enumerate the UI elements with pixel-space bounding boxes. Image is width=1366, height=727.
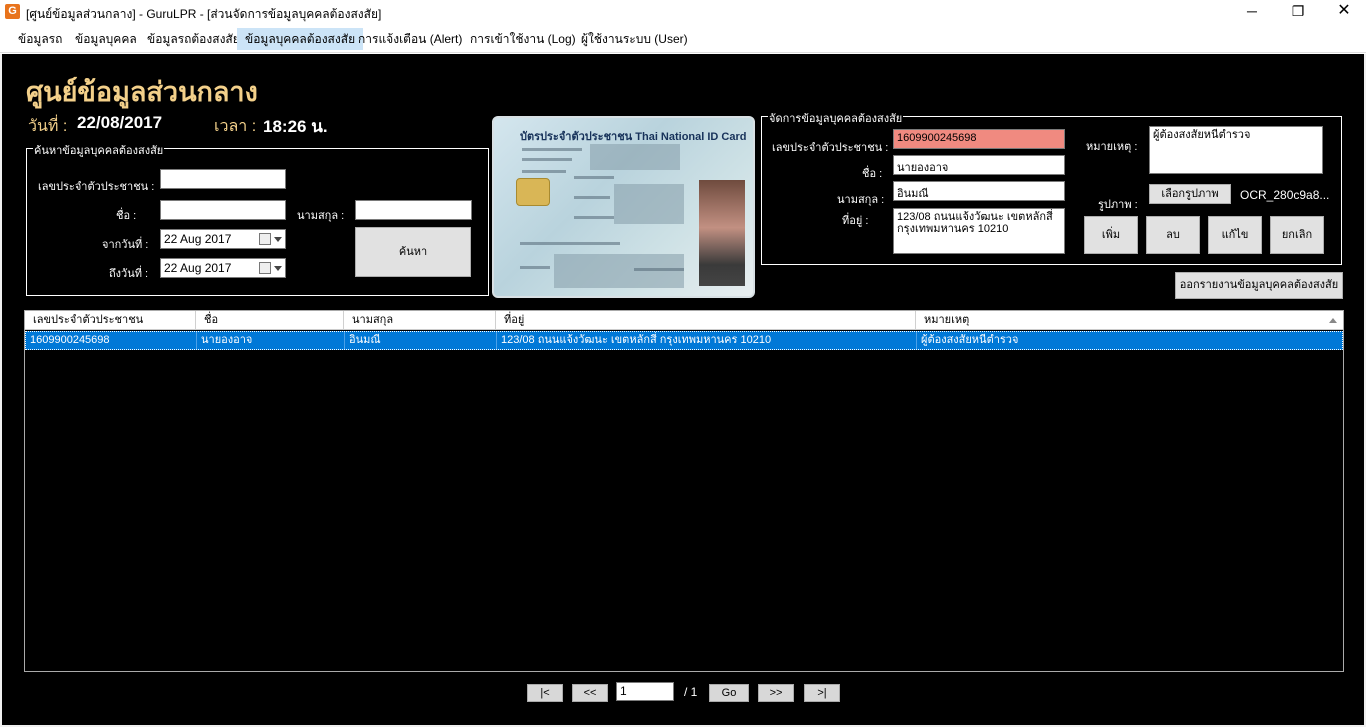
date-label: วันที่ : <box>28 118 68 135</box>
app-icon: G <box>5 4 20 19</box>
id-card-photo <box>699 180 745 286</box>
manage-name-label: ชื่อ : <box>862 168 883 180</box>
card-text-line <box>522 148 582 151</box>
column-header-address[interactable]: ที่อยู่ <box>496 311 916 330</box>
minimize-icon[interactable]: ─ <box>1229 0 1275 24</box>
manage-surname-label: นามสกุล : <box>837 194 885 206</box>
search-button[interactable]: ค้นหา <box>355 227 471 277</box>
last-page-button[interactable]: >| <box>804 684 840 702</box>
search-id-input[interactable] <box>160 169 286 189</box>
manage-id-label: เลขประจำตัวประชาชน : <box>772 142 889 154</box>
id-card-heading: บัตรประจำตัวประชาชน Thai National ID Car… <box>520 131 747 143</box>
menu-item-alert[interactable]: การแจ้งเตือน (Alert) <box>350 28 470 50</box>
card-blur-box <box>614 184 684 224</box>
card-text-line <box>520 242 620 245</box>
column-header-note[interactable]: หมายเหตุ <box>916 311 1343 330</box>
restore-icon[interactable]: ❐ <box>1275 0 1321 24</box>
to-date-label: ถึงวันที่ : <box>109 268 149 280</box>
page-title: ศูนย์ข้อมูลส่วนกลาง <box>26 77 258 107</box>
cancel-button[interactable]: ยกเลิก <box>1270 216 1324 254</box>
search-groupbox: ค้นหาข้อมูลบุคคลต้องสงสัย เลขประจำตัวประ… <box>26 141 489 296</box>
manage-address-input[interactable]: 123/08 ถนนแจ้งวัฒนะ เขตหลักสี่ กรุงเทพมห… <box>893 208 1065 254</box>
table-row[interactable]: 1609900245698 นายองอาจ อินมณี 123/08 ถนน… <box>25 331 1343 350</box>
time-value: 18:26 น. <box>263 117 328 136</box>
close-icon[interactable]: ✕ <box>1321 0 1366 24</box>
cell-surname: อินมณี <box>345 332 497 349</box>
search-name-label: ชื่อ : <box>116 210 137 222</box>
menu-item-suspect-cars[interactable]: ข้อมูลรถต้องสงสัย <box>139 28 248 50</box>
date-value: 22/08/2017 <box>77 113 163 132</box>
go-button[interactable]: Go <box>709 684 749 702</box>
menu-item-cars[interactable]: ข้อมูลรถ <box>10 28 70 50</box>
chevron-down-icon[interactable] <box>274 266 282 271</box>
main-panel: ศูนย์ข้อมูลส่วนกลาง วันที่ : 22/08/2017 … <box>0 54 1366 727</box>
card-text-line <box>574 176 614 179</box>
manage-image-label: รูปภาพ : <box>1098 199 1138 211</box>
cell-id: 1609900245698 <box>26 332 197 349</box>
cell-name: นายองอาจ <box>197 332 345 349</box>
first-page-button[interactable]: |< <box>527 684 563 702</box>
card-blur-box <box>590 144 680 170</box>
manage-surname-input[interactable]: อินมณี <box>893 181 1065 201</box>
search-id-label: เลขประจำตัวประชาชน : <box>38 181 155 193</box>
image-filename: OCR_280c9a8... <box>1240 188 1330 202</box>
calendar-icon[interactable] <box>259 262 271 274</box>
from-date-value: 22 Aug 2017 <box>164 232 232 246</box>
window-title: [ศูนย์ข้อมูลส่วนกลาง] - GuruLPR - [ส่วนจ… <box>26 7 382 21</box>
chevron-down-icon[interactable] <box>274 237 282 242</box>
card-text-line <box>574 196 610 199</box>
card-text-line <box>634 268 684 271</box>
grid-header: เลขประจำตัวประชาชน ชื่อ นามสกุล ที่อยู่ … <box>25 311 1343 330</box>
menu-item-log[interactable]: การเข้าใช้งาน (Log) <box>462 28 584 50</box>
calendar-icon[interactable] <box>259 233 271 245</box>
manage-groupbox: จัดการข้อมูลบุคคลต้องสงสัย เลขประจำตัวปร… <box>761 109 1342 265</box>
manage-id-input[interactable]: 1609900245698 <box>893 129 1065 149</box>
results-grid[interactable]: เลขประจำตัวประชาชน ชื่อ นามสกุล ที่อยู่ … <box>24 310 1344 672</box>
search-name-input[interactable] <box>160 200 286 220</box>
export-report-button[interactable]: ออกรายงานข้อมูลบุคคลต้องสงสัย <box>1175 272 1343 299</box>
from-date-picker[interactable]: 22 Aug 2017 <box>160 229 286 249</box>
chip-icon <box>516 178 550 206</box>
title-bar: G [ศูนย์ข้อมูลส่วนกลาง] - GuruLPR - [ส่ว… <box>0 0 1366 24</box>
cell-address: 123/08 ถนนแจ้งวัฒนะ เขตหลักสี่ กรุงเทพมห… <box>497 332 917 349</box>
card-text-line <box>520 266 550 269</box>
edit-button[interactable]: แก้ไข <box>1208 216 1262 254</box>
add-button[interactable]: เพิ่ม <box>1084 216 1138 254</box>
choose-image-button[interactable]: เลือกรูปภาพ <box>1149 184 1231 204</box>
menu-bar: ข้อมูลรถ ข้อมูลบุคคล ข้อมูลรถต้องสงสัย ข… <box>0 25 1366 53</box>
sort-ascending-icon <box>1329 318 1337 323</box>
cell-note: ผู้ต้องสงสัยหนีตำรวจ <box>921 334 1019 346</box>
search-surname-input[interactable] <box>355 200 472 220</box>
search-legend: ค้นหาข้อมูลบุคคลต้องสงสัย <box>33 141 165 159</box>
page-total: / 1 <box>684 685 698 699</box>
card-text-line <box>574 216 614 219</box>
id-card-image: บัตรประจำตัวประชาชน Thai National ID Car… <box>492 116 755 298</box>
from-date-label: จากวันที่ : <box>102 239 149 251</box>
page-number-input[interactable]: 1 <box>616 682 674 701</box>
column-header-note-label: หมายเหตุ <box>924 314 970 326</box>
card-text-line <box>522 170 566 173</box>
time-label: เวลา : <box>214 118 257 135</box>
menu-item-persons[interactable]: ข้อมูลบุคคล <box>67 28 145 50</box>
to-date-picker[interactable]: 22 Aug 2017 <box>160 258 286 278</box>
menu-item-suspect-persons[interactable]: ข้อมูลบุคคลต้องสงสัย <box>237 28 364 50</box>
column-header-name[interactable]: ชื่อ <box>196 311 344 330</box>
next-page-button[interactable]: >> <box>758 684 794 702</box>
prev-page-button[interactable]: << <box>572 684 608 702</box>
manage-address-label: ที่อยู่ : <box>842 215 869 227</box>
manage-note-label: หมายเหตุ : <box>1086 141 1138 153</box>
delete-button[interactable]: ลบ <box>1146 216 1200 254</box>
manage-note-input[interactable]: ผู้ต้องสงสัยหนีตำรวจ <box>1149 126 1323 174</box>
manage-name-input[interactable]: นายองอาจ <box>893 155 1065 175</box>
card-blur-box <box>554 254 684 288</box>
column-header-id[interactable]: เลขประจำตัวประชาชน <box>25 311 196 330</box>
manage-legend: จัดการข้อมูลบุคคลต้องสงสัย <box>768 109 904 127</box>
search-surname-label: นามสกุล : <box>297 210 345 222</box>
column-header-surname[interactable]: นามสกุล <box>344 311 496 330</box>
menu-item-user[interactable]: ผู้ใช้งานระบบ (User) <box>573 28 696 50</box>
card-text-line <box>522 158 572 161</box>
to-date-value: 22 Aug 2017 <box>164 261 232 275</box>
